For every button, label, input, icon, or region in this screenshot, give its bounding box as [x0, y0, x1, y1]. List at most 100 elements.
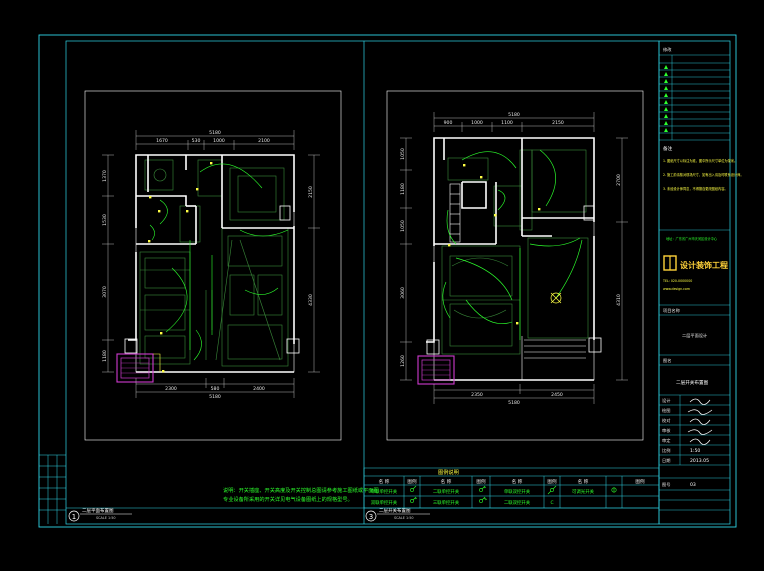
caption-scale: SCALE 1:50	[96, 516, 116, 520]
dim-top-seg: 1670	[156, 138, 168, 144]
revision-marker-icon	[664, 79, 668, 83]
project-value: 二层平面设计	[682, 332, 707, 339]
legend-name: 可调光开关	[572, 488, 595, 495]
switch-symbols	[148, 162, 213, 373]
caption-number: 1	[72, 513, 76, 521]
dim-left-seg: 1180	[102, 350, 108, 362]
title-row-label: 绘图	[662, 407, 670, 414]
legend-title: 图例说明	[438, 468, 459, 476]
wiring-layer	[149, 163, 289, 361]
floor-plan-left: 5180 1670 530 1000 2100 2300 580 2400 51…	[102, 130, 320, 400]
legend-header: 图例	[635, 478, 645, 485]
caption-title: 二层平面布置图	[82, 507, 114, 514]
column-marker	[279, 205, 291, 221]
dim-top-total: 5180	[209, 130, 221, 136]
date-label: 日期	[662, 458, 670, 464]
dim-left-seg: 1180	[400, 183, 406, 195]
caption-scale: SCALE 1:50	[394, 516, 414, 520]
revision-marker-icon	[664, 121, 668, 125]
project-label: 项目名称	[663, 307, 680, 314]
legend-name: 双联单控开关	[371, 499, 398, 506]
wall-layer	[128, 154, 295, 373]
title-row-label: 设计	[662, 397, 670, 404]
column-marker	[124, 338, 138, 354]
drawing-label: 图名	[663, 357, 671, 364]
caption-right: 3 二层开关布置图 SCALE 1:50	[365, 507, 430, 522]
title-row-label: 审核	[662, 427, 671, 434]
dim-left-seg: 3070	[102, 286, 108, 298]
bay-window	[417, 355, 455, 385]
date-value: 2013.05	[690, 458, 709, 464]
legend-name: 二联单控开关	[433, 488, 460, 495]
dim-top-seg: 1000	[213, 138, 225, 144]
revision-marker-icon	[664, 107, 668, 111]
legend-header: 名 称	[578, 478, 589, 485]
caption-number: 3	[369, 513, 373, 521]
scale-value: 1:50	[690, 448, 700, 454]
dim-left-seg: 1260	[400, 355, 406, 367]
revision-marker-icon	[664, 72, 668, 76]
wall-layer	[426, 137, 595, 381]
legend-name: 二联双控开关	[504, 499, 531, 506]
dim-left-seg: 1050	[400, 220, 406, 232]
dim-left-seg: 1370	[102, 170, 108, 182]
title-row-label: 审定	[662, 437, 670, 444]
dim-right-seg: 2700	[616, 174, 622, 186]
dim-bottom-seg: 2350	[471, 392, 483, 398]
company-contact: TEL: 020-0000000	[662, 279, 692, 283]
dim-bottom-total: 5180	[209, 394, 221, 400]
legend-table: 图例说明 名 称 图例 名 称 图例 名 称 图例 名 称 图例 单联单控开关 …	[363, 467, 660, 509]
legend-symbol-c: C	[550, 500, 553, 506]
dim-top-total: 5180	[508, 112, 520, 118]
sheet-inner-frame	[65, 40, 660, 525]
floor-plan-right: 5180 900 1000 1100 2150 2350 2450 5180 1…	[400, 112, 628, 406]
legend-header: 名 称	[441, 478, 452, 485]
column-marker	[588, 337, 602, 353]
dim-left-seg: 3060	[400, 287, 406, 299]
legend-name: 单联单控开关	[371, 488, 398, 495]
dim-left-seg: 1050	[400, 148, 406, 160]
triple-switch-icon	[479, 496, 488, 503]
sheet-value: 03	[690, 482, 696, 488]
legend-header: 图例	[407, 478, 417, 485]
binding-strip	[39, 454, 66, 524]
dim-top-seg: 2150	[552, 120, 564, 126]
revision-marker-icon	[664, 114, 668, 118]
drawing-value: 二层开关布置图	[676, 379, 709, 386]
dim-right-seg: 4330	[308, 294, 314, 306]
legend-header: 图例	[547, 478, 557, 485]
revision-marker-icon	[664, 65, 668, 69]
legend-header: 图例	[476, 478, 486, 485]
cad-canvas[interactable]: 5180 1670 530 1000 2100 2300 580 2400 51…	[0, 0, 764, 571]
double-switch-icon	[479, 485, 487, 492]
dim-top-seg: 900	[444, 120, 453, 126]
company-name: 设计装饰工程	[680, 260, 728, 270]
column-marker	[286, 338, 300, 354]
single-switch-icon	[410, 485, 417, 492]
dim-bottom-seg: 2400	[253, 386, 265, 392]
dim-top-seg: 1000	[471, 120, 483, 126]
note-line: 2. 施工前请核对现场尺寸，如有出入请及时联系设计师。	[663, 172, 744, 177]
light-fixture-icon	[550, 292, 562, 304]
note-line: 1. 图纸尺寸以标注为准，图中所示尺寸单位为毫米。	[663, 158, 737, 163]
dim-bottom-seg: 2300	[165, 386, 177, 392]
dim-bottom-seg: 580	[211, 386, 220, 392]
dim-left-seg: 1530	[102, 214, 108, 226]
company-website: www.design.com	[663, 287, 690, 291]
design-note-line-1: 说明：开关插座、开关高度及开关控制总图请参考施工图纸或平面图	[223, 486, 379, 494]
furniture-layer	[139, 159, 289, 367]
legend-name: 单联双控开关	[504, 488, 531, 495]
revision-marker-icon	[664, 86, 668, 90]
furniture-layer	[441, 149, 589, 355]
dim-bottom-total: 5180	[508, 400, 520, 406]
revision-marker-icon	[664, 93, 668, 97]
two-way-switch-icon	[547, 485, 557, 495]
dim-top-seg: 2100	[258, 138, 270, 144]
sheet-label: 图号	[662, 482, 670, 488]
dim-right-seg: 2150	[308, 186, 314, 198]
sheet-outer-frame	[38, 34, 737, 528]
legend-name: 三联单控开关	[433, 499, 460, 506]
dimmer-switch-icon	[611, 487, 617, 493]
dim-bottom-seg: 2450	[551, 392, 563, 398]
notes-heading: 备注	[663, 145, 673, 152]
